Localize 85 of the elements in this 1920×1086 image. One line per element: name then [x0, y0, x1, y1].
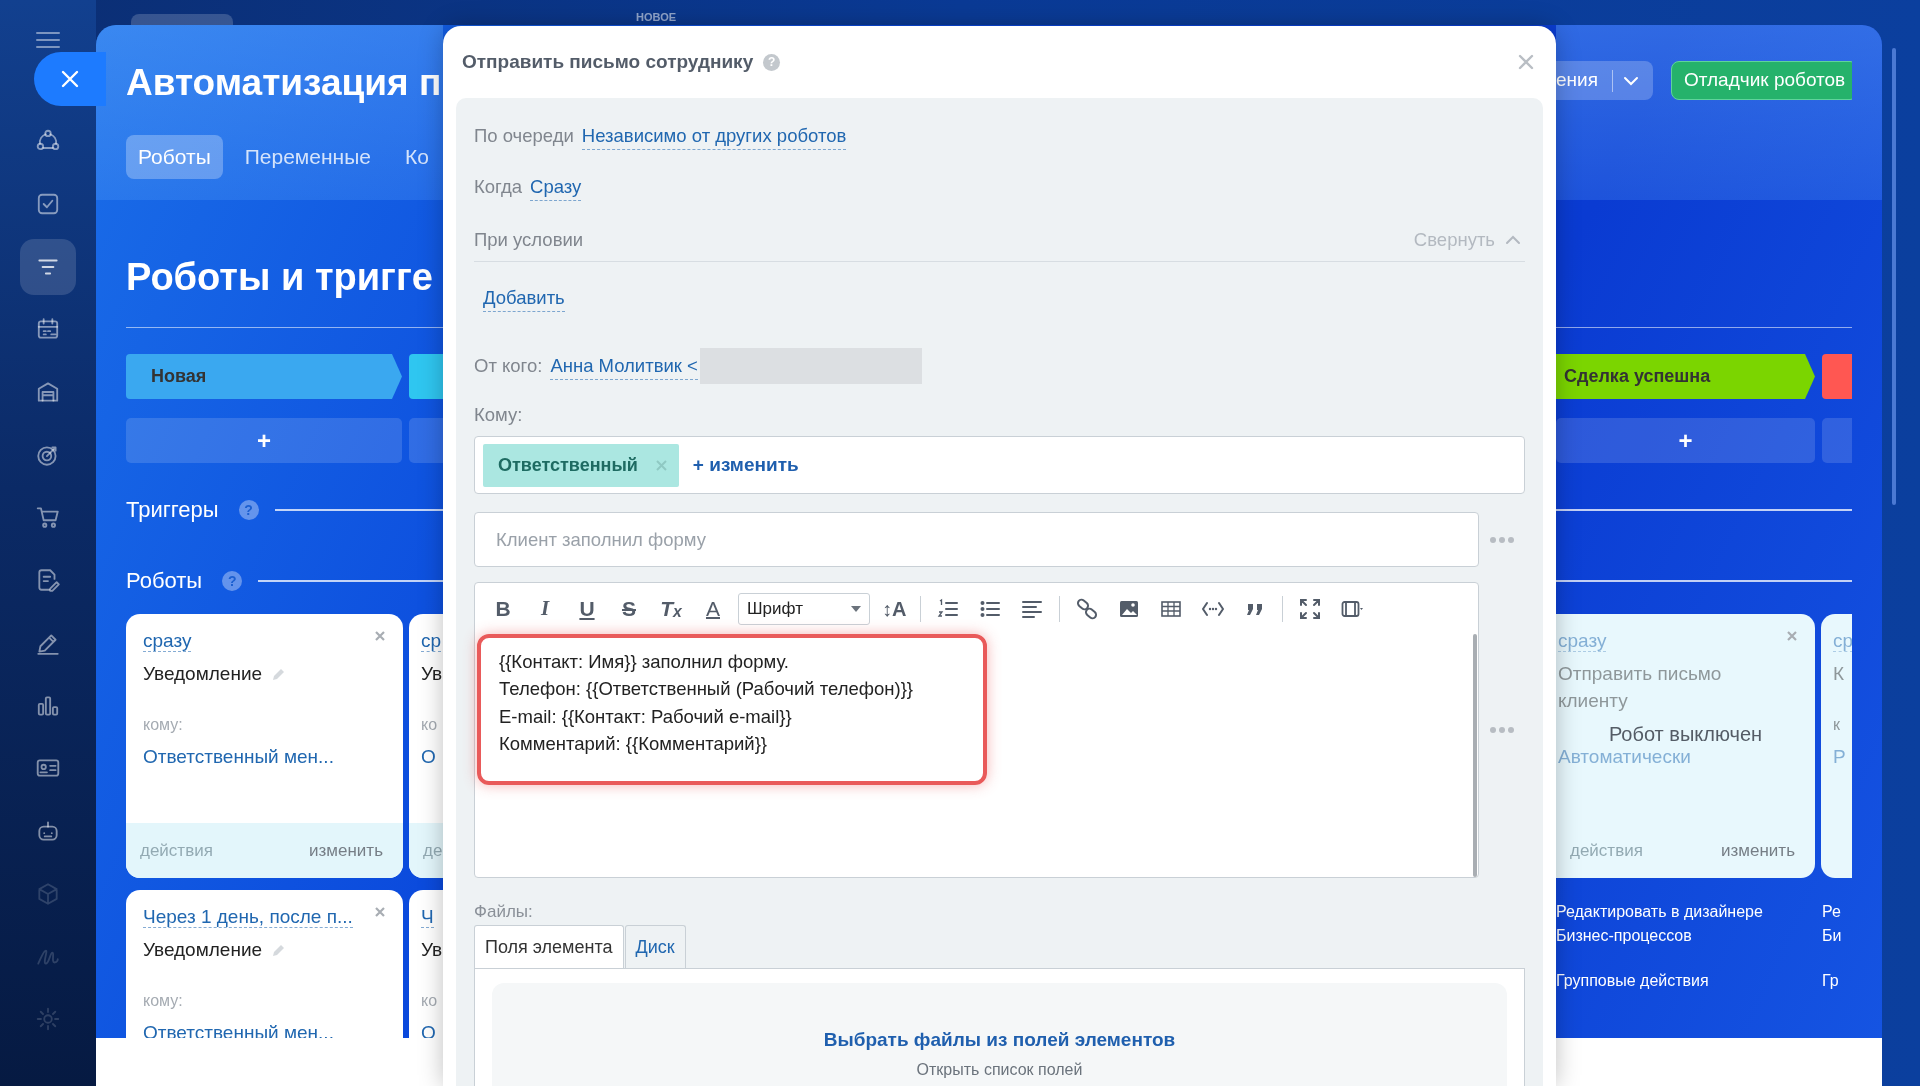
pick-files-link[interactable]: Выбрать файлы из полей элементов — [823, 1028, 1176, 1052]
trigger-link[interactable]: Через 1 день, после п... — [143, 906, 353, 928]
field-label: Кому: — [474, 403, 523, 428]
hint-text: Открыть список полей — [916, 1060, 1083, 1080]
close-icon[interactable] — [374, 906, 386, 918]
text-editor[interactable]: B I U S T$_{x}$ A Шрифт ↕A {{Контакт: Имя}} заполнил форму. Телефон: {{Ответственный (Рабочий телефон)}} E-mail: {{Контакт: Рабочий e-mail}} Комментарий: {{Комментарий}} — [474, 582, 1479, 878]
field-label: От кого: — [474, 354, 543, 379]
when-link[interactable]: Сразу — [530, 172, 582, 202]
tab[interactable]: Переменные — [232, 135, 383, 179]
action-link[interactable]: Ре Би — [1822, 900, 1846, 948]
message-line: Телефон: {{Ответственный (Рабочий телефон)}} — [499, 677, 914, 702]
text-color-button[interactable]: A — [696, 591, 730, 626]
bold-button[interactable]: B — [486, 591, 520, 626]
dropdown-button[interactable]: ения — [1556, 61, 1653, 100]
trigger-link[interactable]: ср — [421, 630, 442, 652]
recipient-label: кому: — [143, 716, 183, 733]
action-link[interactable]: Гр — [1822, 969, 1846, 993]
scrollbar[interactable] — [1892, 48, 1896, 505]
scrollbar[interactable] — [1473, 634, 1477, 877]
close-button[interactable] — [34, 52, 106, 106]
close-icon[interactable] — [374, 630, 386, 642]
section-title: Триггеры — [126, 496, 219, 524]
recipient-field[interactable]: Ответственный + изменить — [474, 436, 1525, 494]
robot-name: Уведомление — [143, 662, 263, 686]
recipient-label: ко — [421, 716, 438, 733]
message-line: {{Контакт: Имя}} заполнил форму. — [499, 650, 790, 674]
pipeline-stage: Новая — [126, 354, 402, 399]
dialog-title: Отправить письмо сотруднику — [462, 49, 754, 74]
caret-icon — [851, 605, 861, 612]
subject-field[interactable]: Клиент заполнил форму — [474, 512, 1479, 567]
recipient-label: ко — [421, 992, 438, 1009]
add-condition-link[interactable]: Добавить — [483, 283, 565, 313]
section-heading: Роботы и тригге — [126, 255, 434, 300]
chevron-down-icon — [1622, 75, 1639, 86]
trigger-link[interactable]: Ч — [421, 906, 434, 928]
message-line: Комментарий: {{Комментарий}} — [499, 731, 769, 756]
sidebar-item[interactable] — [20, 238, 76, 295]
robot-name: Отправить письмо клиенту — [1558, 662, 1723, 713]
field-label: Когда — [474, 175, 523, 200]
recipient-label: кому: — [143, 992, 183, 1009]
strikethrough-button[interactable]: S — [612, 591, 646, 626]
add-robot-button[interactable]: + — [1556, 418, 1815, 463]
cube-icon — [35, 880, 61, 907]
font-size-button[interactable]: ↕A — [878, 591, 911, 626]
settings-icon — [35, 1005, 61, 1032]
fullscreen-icon[interactable] — [1299, 597, 1322, 620]
pipeline-stage: Сделка успешна — [1556, 354, 1815, 399]
add-robot-button[interactable]: + — [126, 418, 402, 463]
action-link[interactable]: Групповые действия — [1556, 969, 1788, 993]
ordered-list-icon[interactable] — [937, 597, 960, 620]
italic-button[interactable]: I — [528, 591, 562, 626]
menu-icon[interactable] — [35, 30, 61, 50]
link-icon[interactable] — [1076, 597, 1099, 620]
edit-link[interactable]: изменить — [309, 837, 383, 864]
robot-name: Ув — [421, 938, 443, 962]
tab-label: НОВОЕ — [636, 10, 677, 24]
clear-format-button[interactable]: T$_{x}$ — [654, 591, 688, 626]
tab[interactable]: Диск — [624, 925, 686, 968]
order-link[interactable]: Независимо от других роботов — [581, 121, 847, 151]
recipient-link[interactable]: Ответственный мен... — [143, 746, 334, 767]
underline-button[interactable]: U — [570, 591, 604, 626]
recipient-tag: Ответственный — [483, 443, 679, 487]
files-label: Файлы: — [474, 902, 534, 922]
chevron-up-icon — [1505, 235, 1521, 245]
action-link[interactable]: Редактировать в дизайнере Бизнес-процессов — [1556, 900, 1788, 948]
document-edit-icon — [35, 567, 61, 594]
section-title: Роботы — [126, 567, 203, 595]
field-label: По очереди — [474, 124, 574, 149]
recipient-link[interactable]: О — [421, 746, 436, 767]
field-label: При условии — [474, 228, 584, 253]
recipient-label: к — [1833, 716, 1840, 733]
robot-name: Уведомление — [143, 938, 263, 962]
cart-icon — [35, 504, 61, 531]
change-link[interactable]: + изменить — [692, 450, 799, 480]
page-title: Автоматизация п — [126, 61, 443, 105]
font-select[interactable]: Шрифт — [738, 592, 870, 625]
robot-name: Ув — [421, 662, 443, 686]
robot-status: Робот выключен — [1607, 722, 1764, 747]
tab[interactable]: Поля элемента — [474, 925, 624, 968]
message-line: E-mail: {{Контакт: Рабочий e-mail}} — [499, 704, 793, 729]
close-icon — [61, 70, 79, 88]
trigger-link[interactable]: сразу — [143, 630, 192, 652]
robot-name: К — [1833, 662, 1845, 686]
tab[interactable]: Ко — [392, 135, 441, 179]
sender-link[interactable]: Анна Молитвик < — [550, 351, 698, 381]
